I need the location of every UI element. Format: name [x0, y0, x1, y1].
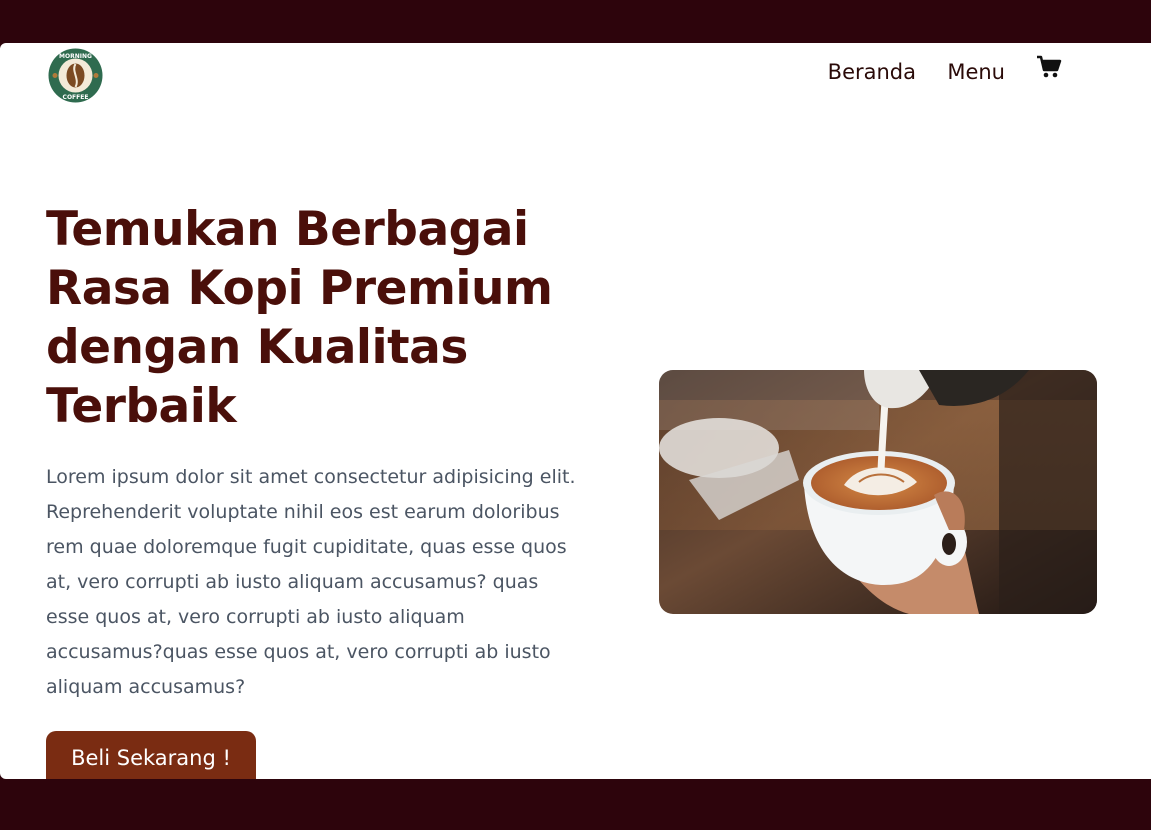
nav-menu-link[interactable]: Menu [947, 60, 1005, 84]
logo-text-bottom: COFFEE [63, 94, 89, 101]
hero-title: Temukan Berbagai Rasa Kopi Premium denga… [46, 202, 553, 434]
latte-art-image [659, 370, 1097, 614]
cart-icon[interactable] [1035, 53, 1063, 81]
morning-coffee-logo[interactable]: MORNING COFFEE [48, 48, 103, 103]
buy-now-button[interactable]: Beli Sekarang ! [46, 731, 256, 779]
page-viewport: MORNING COFFEE Beranda Menu Temukan Berb… [0, 43, 1151, 779]
hero-description: Lorem ipsum dolor sit amet consectetur a… [46, 466, 576, 698]
nav-beranda-link[interactable]: Beranda [828, 60, 916, 84]
logo-text-top: MORNING [59, 53, 92, 60]
